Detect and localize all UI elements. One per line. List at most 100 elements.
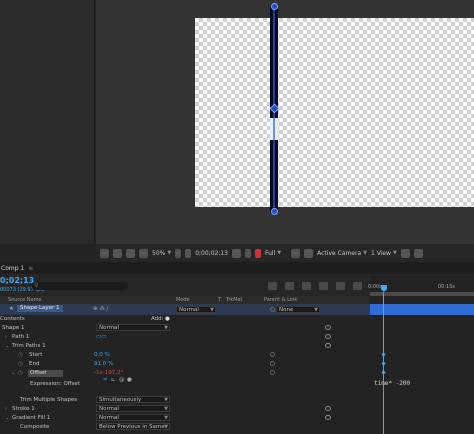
chevron-down-icon: ▼	[314, 307, 318, 313]
header-parent-link[interactable]: Parent & Link	[264, 297, 297, 303]
transparency-grid-icon[interactable]	[185, 248, 192, 258]
eye-icon[interactable]	[325, 415, 331, 420]
expression-row[interactable]: Expression: Offset	[0, 380, 370, 389]
project-panel	[0, 0, 95, 244]
region-of-interest-icon[interactable]	[291, 248, 301, 258]
header-mode[interactable]: Mode	[176, 297, 190, 303]
fit-icon[interactable]	[175, 248, 182, 258]
timeline-tab-bar: Comp 1 ≡	[0, 262, 474, 274]
end-pickwhip-icon[interactable]	[270, 361, 275, 366]
camera-select[interactable]: Active Camera ▼	[317, 250, 367, 257]
zoom-select[interactable]: 50% ▼	[152, 250, 171, 257]
expression-graph-icon[interactable]: ⊾	[111, 377, 116, 383]
add-property-icon[interactable]: ●	[165, 316, 170, 322]
work-area-bar[interactable]	[370, 292, 474, 296]
chevron-down-icon[interactable]: ⌄	[11, 370, 15, 376]
fast-previews-icon[interactable]	[400, 248, 410, 258]
expression-pickwhip-icon[interactable]: @	[119, 377, 125, 383]
shape-1-row[interactable]: Shape 1 Normal ▼	[0, 324, 370, 333]
composite-label: Composite	[20, 424, 50, 430]
safe-zones-icon[interactable]	[126, 248, 135, 258]
trim-paths-row[interactable]: ⌄ Trim Paths 1	[0, 342, 370, 351]
path-vertex-bottom[interactable]	[271, 208, 278, 215]
start-value[interactable]: 0.0 %	[94, 352, 110, 358]
hide-shy-layers-icon[interactable]	[302, 282, 311, 290]
graph-editor-icon[interactable]	[353, 282, 362, 290]
path-1-row[interactable]: › Path 1 ▭▭	[0, 333, 370, 342]
chevron-down-icon: ▼	[277, 250, 282, 256]
current-time-display[interactable]: 0;02;13	[0, 276, 34, 285]
composition-mini-flowchart-icon[interactable]	[268, 282, 277, 290]
stopwatch-icon[interactable]: ◷	[18, 370, 23, 376]
gradient-fill-row[interactable]: ⌄ Gradient Fill 1 Normal ▼	[0, 414, 370, 423]
layer-mode-select[interactable]: Normal ▼	[176, 306, 216, 313]
composite-row[interactable]: Composite Below Previous in Same ▼	[0, 423, 370, 432]
chevron-down-icon: ▼	[392, 250, 397, 256]
chevron-down-icon: ▼	[164, 424, 168, 430]
layer-column-headers: Source Name Mode T TrkMat Parent & Link	[0, 296, 370, 304]
header-trkmat[interactable]: TrkMat	[226, 297, 243, 303]
stopwatch-icon[interactable]: ◷	[18, 361, 23, 367]
resolution-select[interactable]: Full ▼	[265, 250, 281, 257]
grid-guide-icon[interactable]	[413, 248, 423, 258]
chevron-down-icon[interactable]: ⌄	[5, 343, 9, 349]
offset-row[interactable]: ⌄ ◷ Offset -1x-197.2°	[0, 369, 370, 378]
trim-multiple-row[interactable]: Trim Multiple Shapes Simultaneously ▼	[0, 396, 370, 405]
transparency-toggle-icon[interactable]	[304, 248, 314, 258]
shape-1-mode-select[interactable]: Normal ▼	[96, 324, 170, 331]
monitor-icon[interactable]	[113, 248, 122, 258]
offset-pickwhip-icon[interactable]	[270, 370, 275, 375]
header-source-name[interactable]: Source Name	[8, 297, 42, 303]
expression-enable-icon[interactable]: =	[103, 377, 108, 383]
chevron-down-icon[interactable]: ⌄	[5, 415, 9, 421]
always-preview-icon[interactable]	[100, 248, 109, 258]
expression-language-menu-icon[interactable]: ●	[127, 377, 132, 383]
layer-row-shape-layer-1[interactable]: ★ Shape Layer 1 ⊕ ⁂ / Normal ▼ None ▼	[0, 304, 370, 315]
frame-blending-icon[interactable]	[319, 282, 328, 290]
eye-icon[interactable]	[325, 334, 331, 339]
stroke-mode-select[interactable]: Normal ▼	[96, 405, 170, 412]
shy-switch-icon[interactable]: ⊕ ⁂ /	[93, 306, 108, 312]
view-layout-select[interactable]: 1 View ▼	[371, 250, 397, 257]
eye-icon[interactable]	[325, 325, 331, 330]
comp-canvas[interactable]	[195, 18, 474, 207]
stopwatch-icon[interactable]: ◷	[18, 352, 23, 358]
expression-editor[interactable]: time* -200	[374, 380, 410, 387]
end-value[interactable]: 91.0 %	[94, 361, 113, 367]
layer-duration-bar[interactable]	[370, 304, 474, 315]
path-vertex-top[interactable]	[271, 3, 278, 10]
start-pickwhip-icon[interactable]	[270, 352, 275, 357]
end-row[interactable]: ◷ End 91.0 %	[0, 360, 370, 369]
draft-3d-icon[interactable]	[285, 282, 294, 290]
tab-menu-icon[interactable]: ≡	[28, 265, 33, 272]
chevron-right-icon[interactable]: ›	[5, 334, 7, 340]
composite-select[interactable]: Below Previous in Same ▼	[96, 423, 170, 430]
chevron-right-icon[interactable]: ›	[5, 406, 7, 412]
color-channel-icon[interactable]	[255, 248, 261, 258]
eye-icon[interactable]	[325, 343, 331, 348]
layer-search-input[interactable]	[32, 282, 128, 290]
eye-icon[interactable]	[325, 406, 331, 411]
path-mode-icon[interactable]: ▭▭	[96, 334, 106, 340]
parent-pickwhip-icon[interactable]	[270, 307, 275, 312]
gradient-fill-mode-select[interactable]: Normal ▼	[96, 414, 170, 421]
search-icon: ⚲	[34, 282, 39, 289]
contents-row[interactable]: Contents Add: ●	[0, 315, 370, 324]
trim-multiple-select[interactable]: Simultaneously ▼	[96, 396, 170, 403]
parent-select[interactable]: None ▼	[276, 306, 320, 313]
chevron-down-icon: ▼	[210, 307, 214, 313]
track-area[interactable]	[370, 304, 474, 434]
start-label: Start	[29, 352, 43, 358]
camera-snapshot-icon[interactable]	[232, 248, 241, 258]
start-row[interactable]: ◷ Start 0.0 %	[0, 351, 370, 360]
mask-visibility-icon[interactable]	[139, 248, 148, 258]
contents-label: Contents	[0, 316, 25, 322]
timecode-display[interactable]: 0;00;02;13	[195, 250, 228, 257]
layer-name[interactable]: Shape Layer 1	[17, 305, 63, 312]
show-snapshot-icon[interactable]	[245, 248, 251, 258]
stroke-row[interactable]: › Stroke 1 Normal ▼	[0, 405, 370, 414]
motion-blur-icon[interactable]	[336, 282, 345, 290]
tab-comp-1[interactable]: Comp 1	[0, 265, 24, 272]
header-t[interactable]: T	[218, 297, 221, 303]
add-label: Add:	[151, 316, 164, 322]
